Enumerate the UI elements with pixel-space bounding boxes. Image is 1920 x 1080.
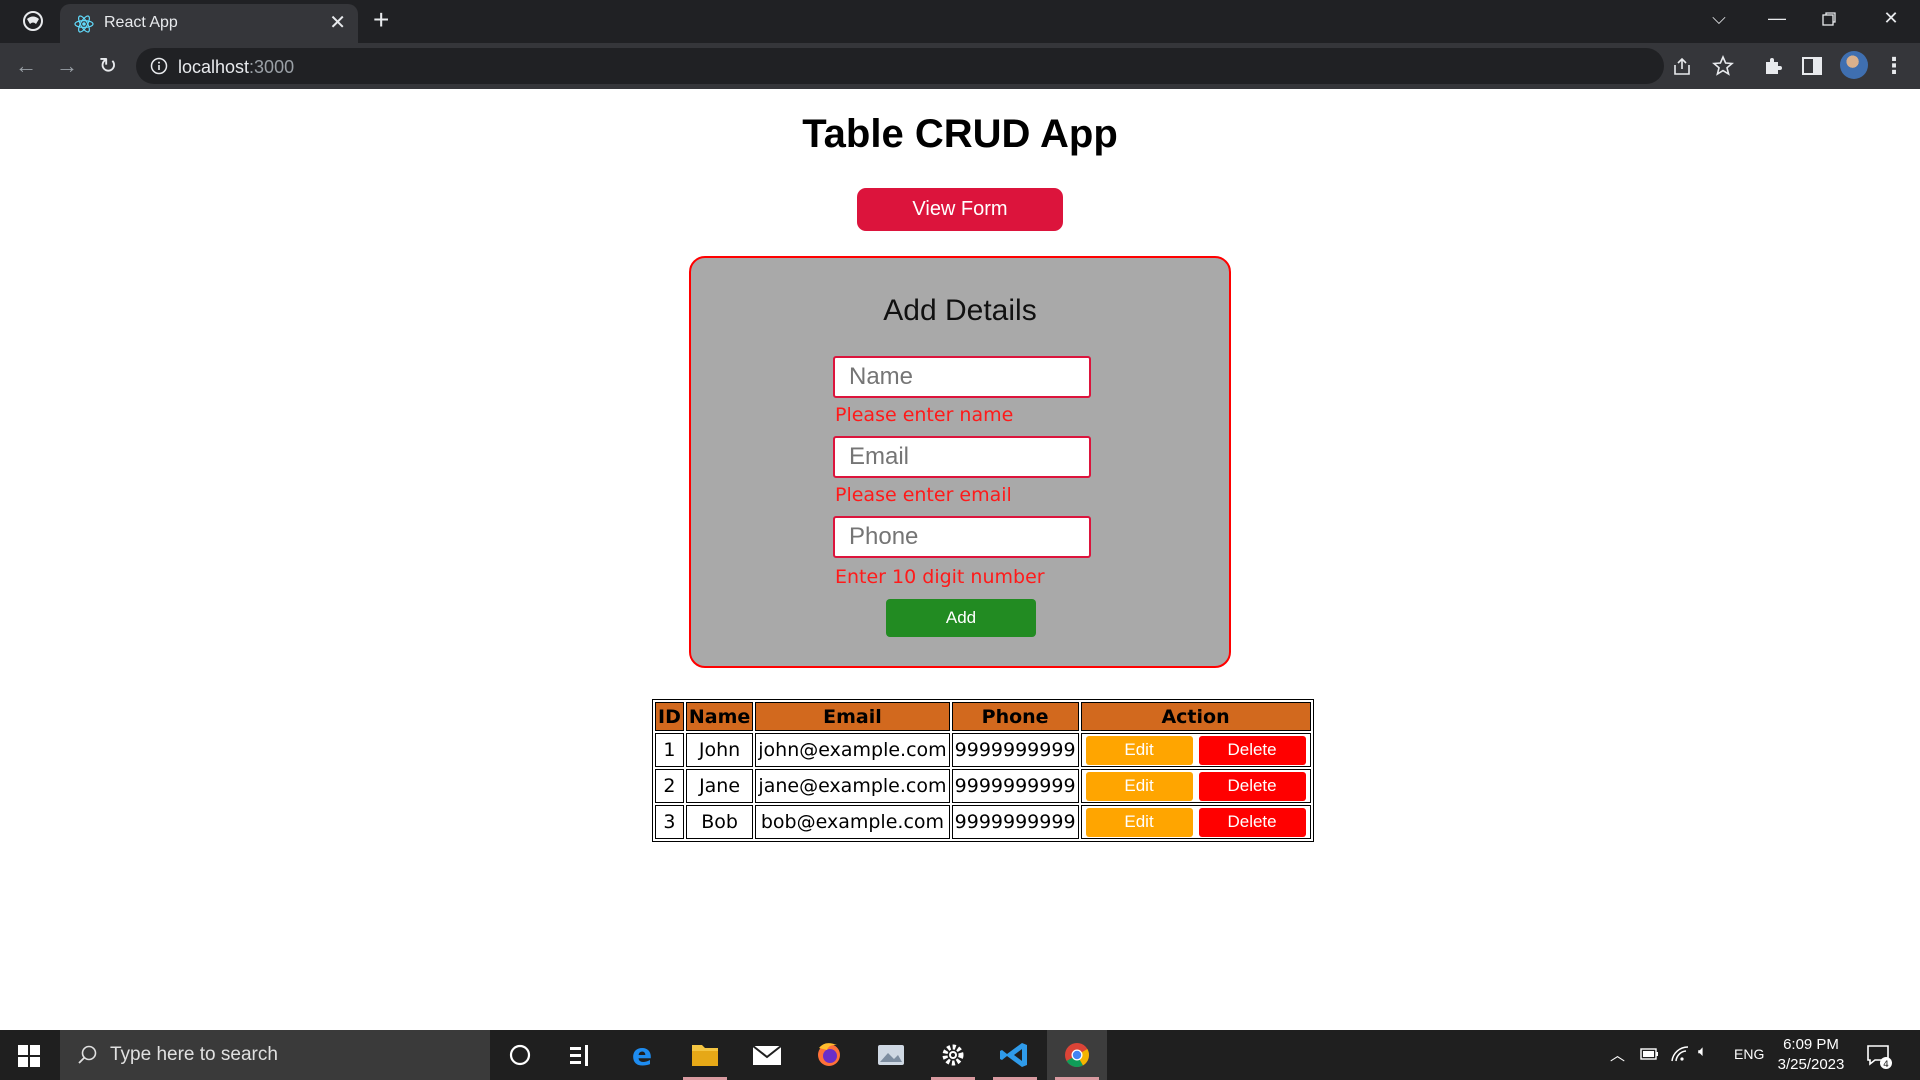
cell-email: jane@example.com (755, 769, 950, 803)
add-button[interactable]: Add (886, 599, 1036, 637)
table-row: 2 Jane jane@example.com 9999999999 Edit D… (655, 769, 1311, 803)
taskbar-clock[interactable]: 6:09 PM 3/25/2023 (1774, 1035, 1848, 1075)
cell-id: 3 (655, 805, 684, 839)
cell-email: bob@example.com (755, 805, 950, 839)
back-arrow-icon[interactable]: ← (12, 52, 40, 80)
table-row: 3 Bob bob@example.com 9999999999 Edit Del… (655, 805, 1311, 839)
forward-arrow-icon[interactable]: → (53, 52, 81, 80)
tab-title: React App (104, 14, 178, 31)
url-port: :3000 (249, 57, 295, 77)
header-phone: Phone (951, 702, 1079, 731)
table-header-row: ID Name Email Phone Action (655, 702, 1311, 731)
windows-taskbar: Type here to search e ︿ 🔈︎ ENG 6:09 PM 3… (0, 1030, 1920, 1080)
volume-icon[interactable]: 🔈︎ (1698, 1043, 1707, 1060)
cell-name: Bob (685, 805, 754, 839)
file-explorer-icon[interactable] (675, 1030, 735, 1080)
cell-name: John (685, 733, 754, 767)
edit-button[interactable]: Edit (1085, 807, 1193, 837)
react-logo-icon (74, 15, 94, 33)
reload-icon[interactable]: ↻ (94, 52, 122, 80)
browser-menu-icon[interactable]: ⋮ (1880, 52, 1908, 80)
restore-icon[interactable] (1822, 12, 1836, 26)
view-form-button[interactable]: View Form (857, 188, 1063, 231)
edit-button[interactable]: Edit (1085, 771, 1193, 801)
notification-center-icon[interactable]: 4 (1866, 1043, 1892, 1069)
url-text: localhost:3000 (178, 57, 294, 78)
svg-text:e: e (632, 1038, 652, 1073)
browser-tab-active[interactable]: React App ✕ (60, 4, 358, 43)
page-title: Table CRUD App (802, 112, 1118, 156)
browser-toolbar: ← → ↻ localhost:3000 ⋮ (0, 43, 1920, 89)
firefox-icon[interactable] (799, 1030, 859, 1080)
chrome-icon[interactable] (1047, 1030, 1107, 1080)
close-window-icon[interactable]: ✕ (1876, 6, 1906, 30)
name-error: Please enter name (835, 404, 1014, 426)
cell-action: Edit Delete (1080, 769, 1311, 803)
minimize-icon[interactable]: — (1762, 6, 1792, 30)
windows-start-icon[interactable] (18, 1045, 40, 1067)
address-bar[interactable]: localhost:3000 (136, 48, 1690, 84)
crud-table: ID Name Email Phone Action 1 John john@e… (652, 699, 1314, 842)
bookmark-star-icon[interactable] (1711, 54, 1735, 78)
cell-name: Jane (685, 769, 754, 803)
search-placeholder: Type here to search (110, 1044, 278, 1065)
tab-list-chevron-icon[interactable]: ⌵ (1704, 6, 1734, 30)
name-input[interactable] (833, 356, 1091, 398)
tab-search-icon[interactable] (22, 10, 44, 32)
photos-icon[interactable] (861, 1030, 921, 1080)
notification-count: 4 (1883, 1060, 1889, 1069)
cell-id: 1 (655, 733, 684, 767)
task-view-icon[interactable] (550, 1030, 610, 1080)
site-info-icon[interactable] (150, 57, 168, 75)
phone-input[interactable] (833, 516, 1091, 558)
header-name: Name (685, 702, 754, 731)
cell-action: Edit Delete (1080, 733, 1311, 767)
url-host: localhost (178, 57, 250, 77)
cell-email: john@example.com (755, 733, 950, 767)
wifi-icon[interactable] (1670, 1045, 1690, 1063)
tray-chevron-up-icon[interactable]: ︿ (1610, 1044, 1625, 1065)
table-row: 1 John john@example.com 9999999999 Edit D… (655, 733, 1311, 767)
settings-gear-icon[interactable] (923, 1030, 983, 1080)
search-icon (78, 1045, 97, 1064)
taskbar-search[interactable]: Type here to search (60, 1030, 490, 1080)
add-details-form: Add Details Please enter name Please ent… (689, 256, 1231, 668)
tab-close-icon[interactable]: ✕ (329, 13, 346, 33)
cell-phone: 9999999999 (951, 805, 1079, 839)
mail-icon[interactable] (737, 1030, 797, 1080)
cortana-icon[interactable] (490, 1030, 550, 1080)
cell-phone: 9999999999 (951, 733, 1079, 767)
cell-phone: 9999999999 (951, 769, 1079, 803)
email-error: Please enter email (835, 484, 1012, 506)
edit-button[interactable]: Edit (1085, 735, 1193, 765)
delete-button[interactable]: Delete (1198, 735, 1306, 765)
phone-error: Enter 10 digit number (835, 566, 1045, 588)
share-icon[interactable] (1670, 55, 1694, 79)
clock-date: 3/25/2023 (1777, 1056, 1845, 1073)
delete-button[interactable]: Delete (1198, 807, 1306, 837)
form-heading: Add Details (883, 294, 1037, 327)
cell-id: 2 (655, 769, 684, 803)
cell-action: Edit Delete (1080, 805, 1311, 839)
edge-browser-icon[interactable]: e (612, 1030, 672, 1080)
header-id: ID (655, 702, 684, 731)
language-indicator[interactable]: ENG (1734, 1046, 1764, 1062)
extensions-puzzle-icon[interactable] (1761, 54, 1785, 78)
header-email: Email (755, 702, 950, 731)
header-action: Action (1080, 702, 1311, 731)
side-panel-icon[interactable] (1800, 54, 1824, 78)
vscode-icon[interactable] (985, 1030, 1045, 1080)
new-tab-icon[interactable]: + (373, 6, 389, 34)
profile-avatar[interactable] (1840, 51, 1868, 79)
delete-button[interactable]: Delete (1198, 771, 1306, 801)
browser-titlebar: React App ✕ + ⌵ — ✕ (0, 0, 1920, 43)
clock-time: 6:09 PM (1783, 1036, 1839, 1053)
email-input[interactable] (833, 436, 1091, 478)
battery-icon[interactable] (1640, 1047, 1660, 1061)
